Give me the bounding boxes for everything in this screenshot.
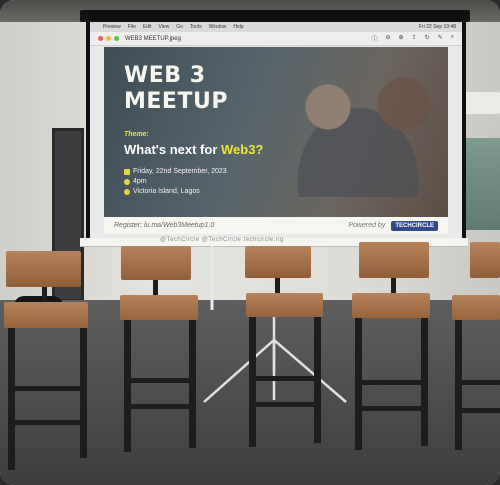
meetup-room-photo: Preview File Edit View Go Tools Window H… bbox=[0, 0, 500, 485]
